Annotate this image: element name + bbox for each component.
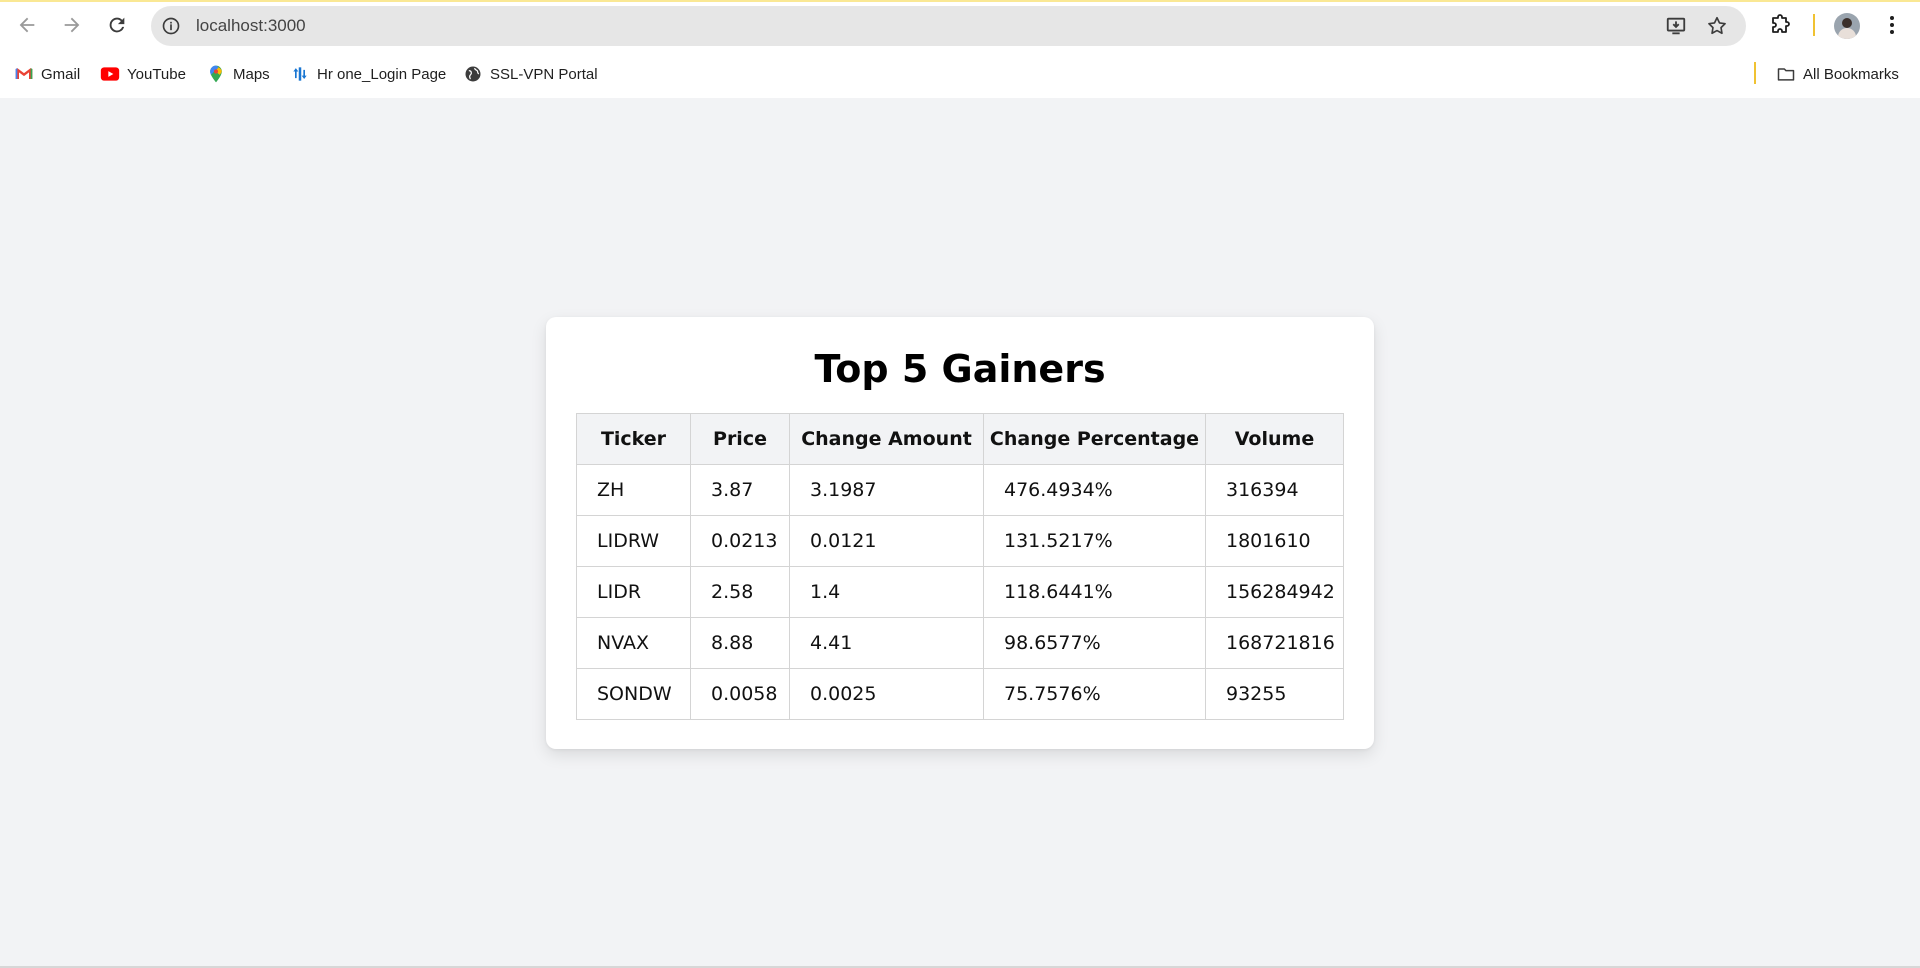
- table-row: LIDR 2.58 1.4 118.6441% 156284942: [576, 566, 1344, 618]
- table-row: ZH 3.87 3.1987 476.4934% 316394: [576, 464, 1344, 516]
- globe-icon: [463, 64, 483, 84]
- bookmark-ssl-vpn[interactable]: SSL-VPN Portal: [463, 62, 598, 86]
- column-header-change-percentage: Change Percentage: [983, 413, 1206, 465]
- back-arrow-icon: [19, 17, 35, 33]
- cell-price: 8.88: [690, 617, 790, 669]
- back-button[interactable]: [10, 8, 44, 42]
- forward-arrow-icon: [64, 17, 80, 33]
- cell-price: 2.58: [690, 566, 790, 618]
- cell-volume: 316394: [1205, 464, 1344, 516]
- table-row: LIDRW 0.0213 0.0121 131.5217% 1801610: [576, 515, 1344, 567]
- cell-volume: 156284942: [1205, 566, 1344, 618]
- cell-change-percentage: 75.7576%: [983, 668, 1206, 720]
- toolbar-divider: [1813, 14, 1815, 36]
- maps-icon: [206, 64, 226, 84]
- table-row: SONDW 0.0058 0.0025 75.7576% 93255: [576, 668, 1344, 720]
- cell-ticker: LIDR: [576, 566, 691, 618]
- browser-toolbar: localhost:3000: [0, 0, 1920, 50]
- gainers-table: Ticker Price Change Amount Change Percen…: [576, 413, 1344, 720]
- folder-icon: [1776, 64, 1796, 84]
- cell-price: 3.87: [690, 464, 790, 516]
- install-app-icon[interactable]: [1664, 14, 1688, 38]
- gainers-card: Top 5 Gainers Ticker Price Change Amount…: [546, 317, 1374, 749]
- profile-avatar[interactable]: [1834, 13, 1860, 39]
- window-accent-line: [0, 0, 1920, 2]
- cell-change-percentage: 98.6577%: [983, 617, 1206, 669]
- table-header-row: Ticker Price Change Amount Change Percen…: [576, 413, 1344, 465]
- forward-button[interactable]: [55, 8, 89, 42]
- url-text[interactable]: localhost:3000: [196, 16, 306, 36]
- bookmark-gmail[interactable]: Gmail: [14, 62, 80, 86]
- cell-volume: 1801610: [1205, 515, 1344, 567]
- cell-change-amount: 0.0121: [789, 515, 984, 567]
- bookmark-star-icon[interactable]: [1705, 14, 1729, 38]
- page-title: Top 5 Gainers: [814, 347, 1106, 391]
- table-row: NVAX 8.88 4.41 98.6577% 168721816: [576, 617, 1344, 669]
- youtube-icon: [100, 64, 120, 84]
- cell-change-percentage: 476.4934%: [983, 464, 1206, 516]
- hrone-icon: [290, 64, 310, 84]
- bookmark-youtube[interactable]: YouTube: [100, 62, 186, 86]
- cell-change-amount: 0.0025: [789, 668, 984, 720]
- column-header-ticker: Ticker: [576, 413, 691, 465]
- column-header-price: Price: [690, 413, 790, 465]
- extensions-icon[interactable]: [1769, 13, 1793, 37]
- cell-change-amount: 3.1987: [789, 464, 984, 516]
- gmail-icon: [14, 64, 34, 84]
- cell-change-amount: 1.4: [789, 566, 984, 618]
- bookmark-maps[interactable]: Maps: [206, 62, 270, 86]
- column-header-change-amount: Change Amount: [789, 413, 984, 465]
- bookmarks-divider: [1754, 62, 1756, 84]
- cell-change-percentage: 131.5217%: [983, 515, 1206, 567]
- site-info-icon[interactable]: [159, 14, 183, 38]
- all-bookmarks-button[interactable]: All Bookmarks: [1776, 62, 1899, 86]
- cell-price: 0.0058: [690, 668, 790, 720]
- reload-icon: [109, 17, 125, 33]
- cell-price: 0.0213: [690, 515, 790, 567]
- cell-change-percentage: 118.6441%: [983, 566, 1206, 618]
- cell-ticker: NVAX: [576, 617, 691, 669]
- bookmarks-bar: Gmail YouTube Maps Hr one_Login Page SSL…: [0, 50, 1920, 98]
- address-bar[interactable]: localhost:3000: [151, 6, 1746, 46]
- column-header-volume: Volume: [1205, 413, 1344, 465]
- cell-ticker: LIDRW: [576, 515, 691, 567]
- cell-ticker: ZH: [576, 464, 691, 516]
- cell-volume: 168721816: [1205, 617, 1344, 669]
- bookmark-hrone[interactable]: Hr one_Login Page: [290, 62, 446, 86]
- cell-change-amount: 4.41: [789, 617, 984, 669]
- cell-ticker: SONDW: [576, 668, 691, 720]
- reload-button[interactable]: [100, 8, 134, 42]
- more-menu-icon[interactable]: [1880, 13, 1904, 37]
- cell-volume: 93255: [1205, 668, 1344, 720]
